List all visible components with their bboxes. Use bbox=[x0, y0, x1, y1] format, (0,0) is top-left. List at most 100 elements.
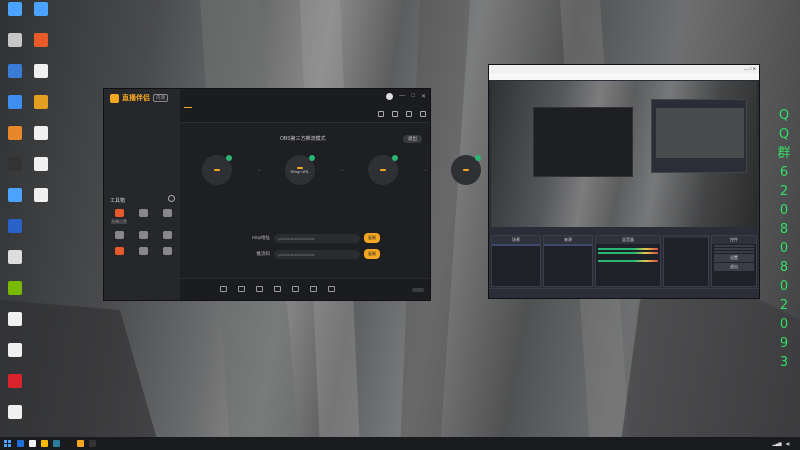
app-icon bbox=[8, 126, 22, 140]
desktop-icon[interactable] bbox=[2, 343, 28, 373]
transition-duration[interactable] bbox=[664, 240, 708, 242]
toolbox-item[interactable] bbox=[132, 209, 154, 225]
scene-item[interactable] bbox=[492, 244, 540, 246]
tool-icon bbox=[114, 231, 124, 239]
tool-icon bbox=[114, 247, 124, 255]
obs-control-button[interactable] bbox=[714, 245, 754, 247]
desktop-icon[interactable] bbox=[28, 157, 54, 187]
qq-char: 0 bbox=[779, 241, 789, 256]
obs-control-button[interactable]: 设置 bbox=[714, 254, 754, 262]
toolbox-settings-icon[interactable] bbox=[168, 195, 175, 202]
desktop-icon[interactable] bbox=[2, 405, 28, 435]
app-icon bbox=[8, 188, 22, 202]
desktop-icon[interactable] bbox=[2, 219, 28, 249]
qq-char: Q bbox=[778, 127, 790, 142]
toolbox-item[interactable]: 直播设置 bbox=[108, 209, 130, 225]
app-icon bbox=[8, 33, 22, 47]
bottom-tool[interactable] bbox=[238, 286, 245, 293]
bottom-tool[interactable] bbox=[256, 286, 263, 293]
tab-status[interactable] bbox=[198, 107, 202, 108]
taskbar-app[interactable] bbox=[86, 437, 98, 450]
taskbar-app[interactable] bbox=[38, 437, 50, 450]
desktop-icon[interactable] bbox=[2, 33, 28, 63]
desktop-icon[interactable] bbox=[2, 126, 28, 156]
obs-preview[interactable] bbox=[491, 81, 757, 227]
start-live-button[interactable] bbox=[412, 287, 424, 292]
desktop-icon[interactable] bbox=[2, 95, 28, 125]
desktop-icon[interactable] bbox=[28, 2, 54, 32]
obs-menubar bbox=[489, 73, 759, 80]
app-icon bbox=[28, 440, 36, 447]
copy-rtmp-button[interactable]: 复制 bbox=[364, 233, 380, 243]
taskbar-app[interactable] bbox=[14, 437, 26, 450]
taskbar-app[interactable] bbox=[26, 437, 38, 450]
share-icon[interactable] bbox=[392, 111, 398, 117]
obs-titlebar: — □ ✕ bbox=[489, 65, 759, 73]
desktop-icon[interactable] bbox=[28, 95, 54, 125]
obs-control-button[interactable] bbox=[714, 248, 754, 250]
settings-icon[interactable] bbox=[420, 111, 426, 117]
taskbar-app[interactable] bbox=[62, 437, 74, 450]
live-companion-window: 直播伴侣 内测 工具箱 直播设置 — □ ✕ OBS第三方推流模式 退出 → R… bbox=[103, 88, 481, 301]
toolbox-item[interactable] bbox=[132, 231, 154, 241]
desktop-icon[interactable] bbox=[2, 250, 28, 280]
tool-icon bbox=[162, 247, 172, 255]
bottom-tool[interactable] bbox=[292, 286, 299, 293]
bottom-tool[interactable] bbox=[220, 286, 227, 293]
start-button[interactable] bbox=[0, 437, 14, 450]
taskbar-app[interactable] bbox=[74, 437, 86, 450]
toolbox-item[interactable] bbox=[156, 209, 178, 225]
desktop-icon[interactable] bbox=[2, 64, 28, 94]
app-icon bbox=[52, 440, 60, 447]
preview-app-thumbnail bbox=[533, 107, 633, 177]
bottom-tool[interactable] bbox=[328, 286, 335, 293]
toolbox-item[interactable] bbox=[132, 247, 154, 257]
taskbar-apps bbox=[14, 437, 98, 450]
desktop-icon[interactable] bbox=[28, 188, 54, 218]
desktop-icon[interactable] bbox=[2, 312, 28, 342]
source-item[interactable] bbox=[544, 246, 592, 248]
maximize-icon[interactable]: □ bbox=[411, 93, 415, 100]
toolbox-item[interactable] bbox=[108, 247, 130, 257]
toolbox-title: 工具箱 bbox=[110, 198, 126, 204]
taskbar-app[interactable] bbox=[50, 437, 62, 450]
qq-char: 8 bbox=[779, 222, 789, 237]
minimize-icon[interactable]: — bbox=[399, 93, 405, 100]
desktop-icon[interactable] bbox=[28, 126, 54, 156]
home-icon[interactable] bbox=[378, 111, 384, 117]
volume-icon[interactable]: ◀) bbox=[786, 441, 790, 446]
app-icon bbox=[8, 64, 22, 78]
bell-icon[interactable] bbox=[406, 111, 412, 117]
network-icon[interactable]: ▂▄▆ bbox=[773, 441, 782, 446]
step-check-icon bbox=[226, 155, 232, 161]
desktop-icon[interactable] bbox=[28, 64, 54, 94]
obs-control-button[interactable]: 退出 bbox=[714, 263, 754, 271]
close-icon[interactable]: ✕ bbox=[421, 93, 426, 100]
obs-control-button[interactable] bbox=[714, 251, 754, 253]
obs-window-controls[interactable]: — □ ✕ bbox=[744, 66, 756, 72]
toolbox-item[interactable] bbox=[156, 247, 178, 257]
desktop-icon[interactable] bbox=[2, 157, 28, 187]
copy-key-button[interactable]: 复制 bbox=[364, 249, 380, 259]
tool-icon bbox=[162, 209, 172, 217]
qq-char: 6 bbox=[779, 165, 789, 180]
desktop-icon[interactable] bbox=[2, 2, 28, 32]
desktop-icon[interactable] bbox=[2, 281, 28, 311]
bottom-tool[interactable] bbox=[310, 286, 317, 293]
app-icon bbox=[8, 219, 22, 233]
bottom-tool[interactable] bbox=[274, 286, 281, 293]
bottom-toolbar bbox=[180, 278, 430, 300]
step-arrow-icon: → bbox=[422, 167, 427, 173]
toolbox-item[interactable] bbox=[108, 231, 130, 241]
avatar[interactable] bbox=[386, 93, 394, 100]
tab-scene[interactable] bbox=[184, 107, 192, 108]
desktop-icon[interactable] bbox=[28, 33, 54, 63]
exit-button[interactable]: 退出 bbox=[403, 135, 422, 143]
toolbox-item[interactable] bbox=[156, 231, 178, 241]
desktop-icon[interactable] bbox=[2, 188, 28, 218]
app-icon bbox=[8, 250, 22, 264]
volume-slider[interactable] bbox=[598, 252, 658, 254]
setup-steps: → Rtmp URL → → bbox=[198, 155, 485, 189]
desktop-icon[interactable] bbox=[2, 374, 28, 404]
tool-icon bbox=[138, 247, 148, 255]
